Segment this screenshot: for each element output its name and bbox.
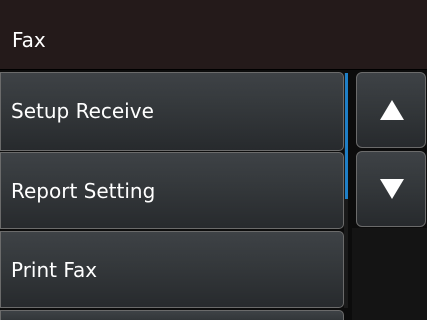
- menu-item-label: Report Setting: [11, 179, 156, 203]
- triangle-down-icon: [380, 179, 404, 199]
- fax-menu-screen: Fax Setup Receive Report Setting Print F…: [0, 0, 427, 320]
- side-panel-empty: [352, 228, 427, 320]
- menu-item-next-partial[interactable]: [0, 310, 344, 320]
- page-title: Fax: [12, 28, 46, 52]
- scroll-down-button[interactable]: [356, 151, 426, 227]
- menu-item-label: Print Fax: [11, 258, 98, 282]
- header-bar: Fax: [0, 0, 427, 70]
- scrollbar-thumb[interactable]: [345, 73, 348, 199]
- menu-item-report-setting[interactable]: Report Setting: [0, 152, 344, 229]
- menu-item-setup-receive[interactable]: Setup Receive: [0, 72, 344, 151]
- scroll-up-button[interactable]: [356, 72, 426, 148]
- menu-item-print-fax[interactable]: Print Fax: [0, 231, 344, 308]
- menu-item-label: Setup Receive: [11, 99, 154, 123]
- triangle-up-icon: [380, 100, 404, 120]
